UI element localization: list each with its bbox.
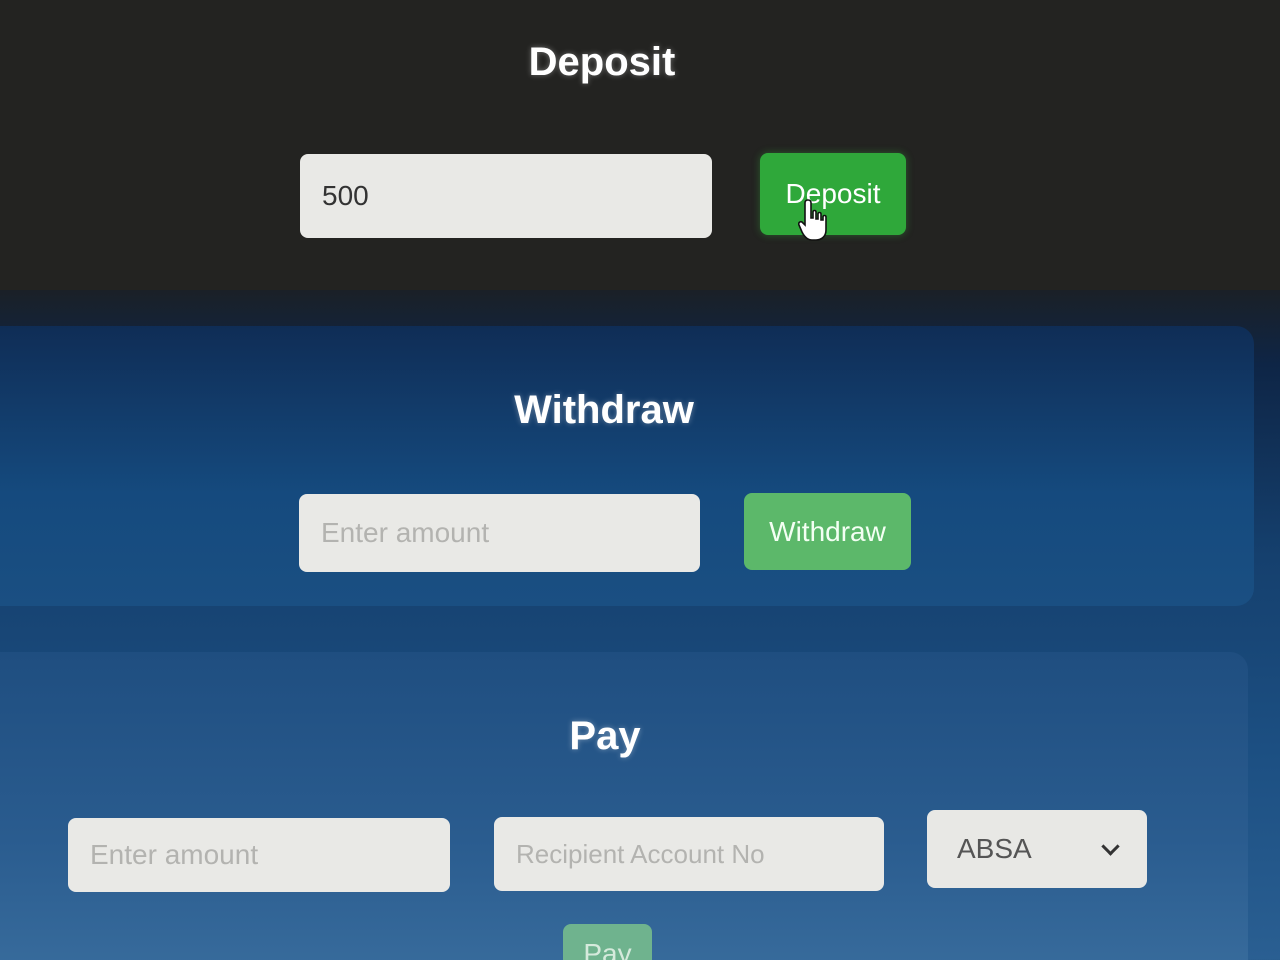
withdraw-amount-input[interactable] — [299, 494, 700, 572]
withdraw-button[interactable]: Withdraw — [744, 493, 911, 570]
recipient-account-input[interactable] — [494, 817, 884, 891]
deposit-button[interactable]: Deposit — [760, 153, 906, 235]
pay-button[interactable]: Pay — [563, 924, 652, 960]
deposit-amount-input[interactable] — [300, 154, 712, 238]
pay-section — [0, 652, 1248, 960]
pay-heading: Pay — [569, 714, 641, 758]
pay-amount-input[interactable] — [68, 818, 450, 892]
withdraw-heading: Withdraw — [514, 388, 694, 432]
deposit-heading: Deposit — [528, 40, 676, 84]
bank-select-value: ABSA — [957, 833, 1032, 864]
chevron-down-icon — [1101, 836, 1120, 856]
bank-select[interactable]: ABSA — [927, 810, 1147, 888]
